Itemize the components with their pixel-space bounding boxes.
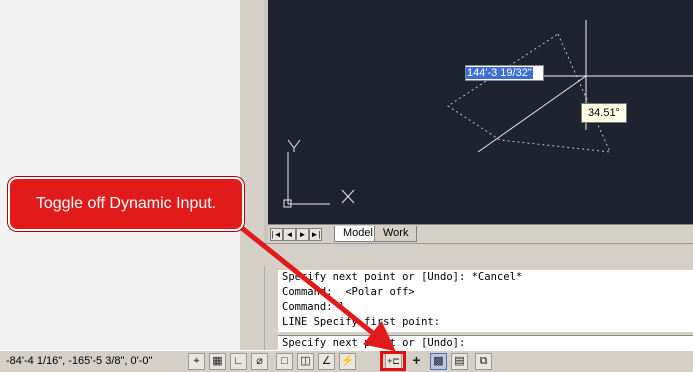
polar-tracking-icon[interactable]: ⌀ (251, 353, 268, 370)
drawing-graphics (283, 20, 693, 208)
last-layout-button[interactable]: ►| (309, 228, 322, 241)
3d-object-snap-icon[interactable]: ◫ (297, 353, 314, 370)
object-snap-icon[interactable]: □ (276, 353, 293, 370)
quick-properties-icon[interactable]: ▤ (451, 353, 468, 370)
layout-tab-bar: |◄ ◄ ► ►| Model Work (268, 224, 693, 243)
first-layout-button[interactable]: |◄ (270, 228, 283, 241)
command-window-grip[interactable] (264, 266, 279, 350)
ortho-mode-icon[interactable]: ∟ (230, 353, 247, 370)
dynamic-ucs-icon[interactable]: ⚡ (339, 353, 356, 370)
lineweight-icon[interactable]: + (408, 353, 425, 370)
command-history-line: LINE Specify first point: (282, 316, 441, 328)
angle-tooltip: 34.51° (581, 103, 627, 123)
command-history-line: Command: <Polar off> (282, 286, 415, 298)
coordinate-readout: -84'-4 1/16", -165'-5 3/8", 0'-0" (6, 355, 153, 367)
ucs-y-mark (293, 139, 301, 149)
dynamic-input-value: 144'-3 19/32" (466, 67, 533, 79)
instruction-callout: Toggle off Dynamic Input. (8, 177, 244, 231)
previous-layout-button[interactable]: ◄ (283, 228, 296, 241)
command-history: Specify next point or [Undo]: *Cancel* C… (278, 270, 693, 332)
tab-work[interactable]: Work (374, 226, 418, 242)
selection-cycling-icon[interactable]: ⧉ (475, 353, 492, 370)
next-layout-button[interactable]: ► (296, 228, 309, 241)
grid-display-icon[interactable]: ▦ (209, 353, 226, 370)
dynamic-input-field[interactable]: 144'-3 19/32" (465, 65, 544, 81)
panel-divider (240, 0, 264, 350)
window-splitter[interactable] (264, 243, 693, 266)
ucs-y-mark (287, 139, 295, 149)
object-snap-tracking-icon[interactable]: ∠ (318, 353, 335, 370)
command-line-input[interactable]: Specify next point or [Undo]: (278, 335, 693, 351)
drawing-canvas[interactable]: 144'-3 19/32" 34.51° (268, 0, 693, 224)
command-history-line: Specify next point or [Undo]: *Cancel* (282, 271, 523, 283)
status-bar: -84'-4 1/16", -165'-5 3/8", 0'-0" ⌖ ▦ ∟ … (0, 350, 693, 372)
left-panel (0, 0, 241, 350)
command-history-line: Command: l (282, 301, 346, 313)
snap-mode-icon[interactable]: ⌖ (188, 353, 205, 370)
highlight-box (380, 351, 406, 371)
transparency-icon[interactable]: ▩ (430, 353, 447, 370)
line-segment (477, 75, 587, 153)
